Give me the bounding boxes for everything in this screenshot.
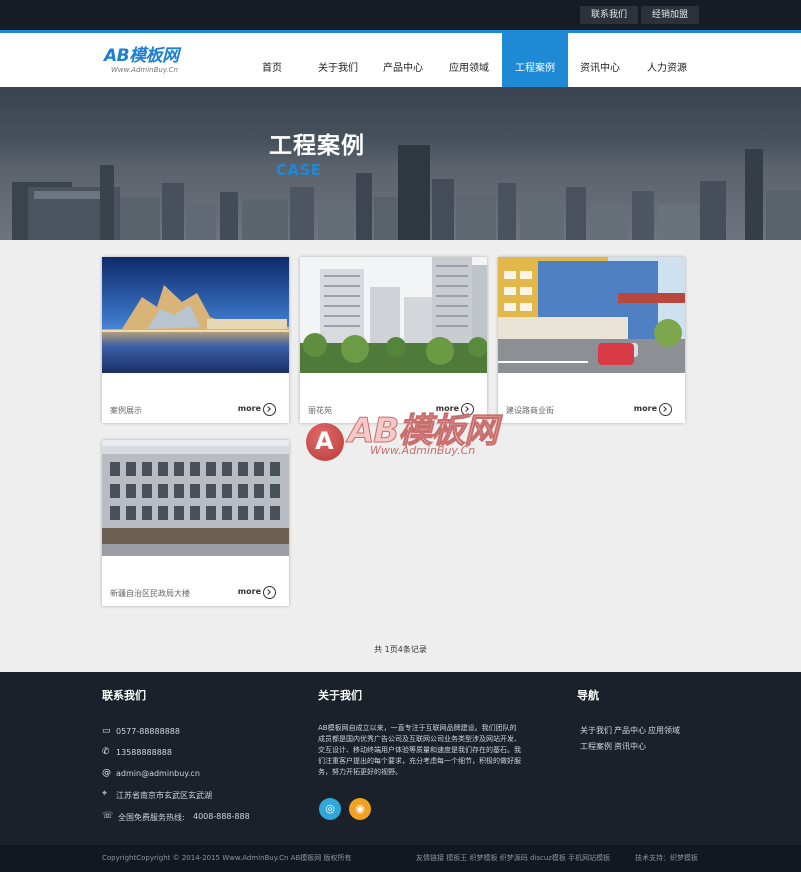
arrow-right-icon[interactable] bbox=[659, 403, 672, 416]
logo-text: AB模板网 bbox=[104, 46, 179, 66]
weibo-icon[interactable]: ◉ bbox=[349, 798, 371, 820]
case-thumbnail-museum[interactable] bbox=[102, 257, 289, 373]
address: 江苏省南京市玄武区玄武湖 bbox=[116, 791, 212, 800]
more-link[interactable]: more bbox=[238, 587, 261, 596]
footer-nav-cases[interactable]: 工程案例 bbox=[580, 741, 612, 752]
more-link[interactable]: more bbox=[238, 404, 261, 413]
friend-link[interactable]: 织梦模板 bbox=[469, 854, 497, 862]
site-logo[interactable]: AB模板网 Www.AdminBuy.Cn bbox=[104, 47, 204, 77]
banner-title: 工程案例 bbox=[269, 133, 365, 159]
hotline-label: 全国免费服务热线: bbox=[118, 813, 185, 822]
hotline-phone-icon: ☏ bbox=[102, 811, 114, 821]
footer-about-title: 关于我们 bbox=[318, 689, 362, 702]
friend-link[interactable]: 模板王 bbox=[446, 854, 467, 862]
footer-nav-about[interactable]: 关于我们 bbox=[580, 725, 612, 736]
nav-applications[interactable]: 应用领域 bbox=[443, 33, 495, 87]
nav-about[interactable]: 关于我们 bbox=[312, 33, 364, 87]
dealer-join-button[interactable]: 经销加盟 bbox=[641, 6, 699, 24]
friend-link[interactable]: 手机网站模板 bbox=[568, 854, 610, 862]
pagination-info: 共 1页4条记录 bbox=[374, 645, 427, 654]
site-header: AB模板网 Www.AdminBuy.Cn 首页 关于我们 产品中心 应用领域 … bbox=[0, 33, 801, 87]
case-thumbnail-residential[interactable] bbox=[300, 257, 487, 373]
logo-url: Www.AdminBuy.Cn bbox=[111, 66, 178, 74]
more-link[interactable]: more bbox=[436, 404, 459, 413]
arrow-right-icon[interactable] bbox=[263, 586, 276, 599]
footer-about-text: AB模板网自成立以来，一直专注于互联网品牌建设。我们团队的成员都是国内优秀广告公… bbox=[318, 724, 521, 776]
footer-contact-title: 联系我们 bbox=[102, 689, 146, 702]
top-bar: 联系我们 经销加盟 bbox=[0, 0, 801, 30]
nav-cases[interactable]: 工程案例 bbox=[502, 33, 568, 87]
arrow-right-icon[interactable] bbox=[461, 403, 474, 416]
case-caption[interactable]: 丽花苑 bbox=[308, 405, 332, 416]
tech-support[interactable]: 技术支持：织梦模板 bbox=[635, 845, 698, 872]
banner-subtitle: CASE bbox=[276, 161, 322, 179]
copyright-bar: CopyrightCopyright © 2014-2015 Www.Admin… bbox=[0, 845, 801, 872]
footer-nav-applications[interactable]: 应用领域 bbox=[648, 725, 680, 736]
case-caption[interactable]: 案例展示 bbox=[110, 405, 142, 416]
page-banner: 工程案例 CASE bbox=[0, 87, 801, 240]
nav-products[interactable]: 产品中心 bbox=[377, 33, 429, 87]
footer-nav-products[interactable]: 产品中心 bbox=[614, 725, 646, 736]
nav-news[interactable]: 资讯中心 bbox=[574, 33, 626, 87]
footer-nav-news[interactable]: 资讯中心 bbox=[614, 741, 646, 752]
hotline-number: 4008-888-888 bbox=[193, 812, 250, 821]
friend-link[interactable]: 织梦源码 bbox=[500, 854, 528, 862]
more-link[interactable]: more bbox=[634, 404, 657, 413]
case-list-section: 案例展示 more 丽花苑 more 建设路商业街 more 新疆自治区民政局大… bbox=[0, 240, 801, 672]
nav-hr[interactable]: 人力资源 bbox=[640, 33, 694, 87]
friend-link[interactable]: discuz模板 bbox=[530, 854, 566, 862]
phone-number: 13588888888 bbox=[116, 748, 172, 757]
email-address[interactable]: admin@adminbuy.cn bbox=[116, 769, 200, 778]
case-card[interactable]: 建设路商业街 more bbox=[498, 257, 685, 423]
fax-icon: ▭ bbox=[102, 726, 111, 736]
footer-nav-title: 导航 bbox=[577, 689, 599, 702]
email-icon: @ bbox=[102, 768, 111, 778]
friend-links-label: 友情链接 bbox=[416, 854, 444, 862]
case-caption[interactable]: 新疆自治区民政局大楼 bbox=[110, 588, 190, 599]
phone-icon: ✆ bbox=[102, 747, 110, 757]
case-card[interactable]: 新疆自治区民政局大楼 more bbox=[102, 440, 289, 606]
case-card[interactable]: 案例展示 more bbox=[102, 257, 289, 423]
copyright-text: CopyrightCopyright © 2014-2015 Www.Admin… bbox=[102, 854, 352, 862]
arrow-right-icon[interactable] bbox=[263, 403, 276, 416]
site-footer: 联系我们 ▭ 0577-88888888 ✆ 13588888888 @ adm… bbox=[0, 672, 801, 845]
contact-us-button[interactable]: 联系我们 bbox=[580, 6, 638, 24]
city-skyline-image bbox=[0, 145, 801, 240]
case-thumbnail-office[interactable] bbox=[102, 440, 289, 556]
nav-home[interactable]: 首页 bbox=[250, 33, 294, 87]
case-thumbnail-street[interactable] bbox=[498, 257, 685, 373]
friend-links: 友情链接 模板王 织梦模板 织梦源码 discuz模板 手机网站模板 bbox=[416, 845, 610, 872]
case-caption[interactable]: 建设路商业街 bbox=[506, 405, 554, 416]
location-icon: ⌖ bbox=[102, 789, 108, 799]
qq-icon[interactable]: ◎ bbox=[319, 798, 341, 820]
fax-number: 0577-88888888 bbox=[116, 727, 180, 736]
case-card[interactable]: 丽花苑 more bbox=[300, 257, 487, 423]
